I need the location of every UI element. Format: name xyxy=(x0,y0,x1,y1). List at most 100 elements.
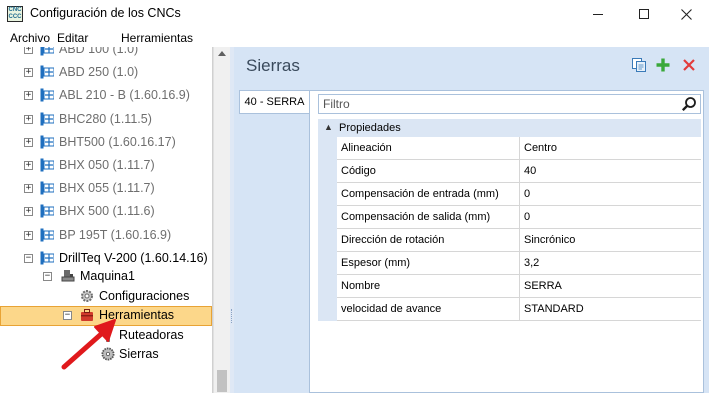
machine-icon xyxy=(61,270,75,282)
filter-input[interactable] xyxy=(319,95,659,113)
tree-item[interactable]: + BHX 500 (1.11.6) xyxy=(0,201,212,221)
property-row[interactable]: Compensación de entrada (mm) 0 xyxy=(318,183,701,206)
property-name: velocidad de avance xyxy=(337,298,520,321)
pane-title: Sierras xyxy=(246,56,300,75)
cnc-machine-icon xyxy=(40,181,54,195)
maximize-button[interactable] xyxy=(621,0,667,28)
expand-icon[interactable]: + xyxy=(24,184,33,193)
property-value[interactable]: SERRA xyxy=(520,275,701,298)
menu-editar[interactable]: Editar xyxy=(57,31,88,45)
group-label: Propiedades xyxy=(339,122,401,134)
copy-icon[interactable] xyxy=(631,57,647,73)
property-name: Nombre xyxy=(337,275,520,298)
details-pane: Sierras 40 - SERRA ▲ Propiedades Alineac… xyxy=(234,47,709,393)
tree-item-label: BHC280 (1.11.5) xyxy=(59,112,152,126)
tree-item[interactable]: + ABD 250 (1.0) xyxy=(0,62,212,82)
tab-40-serra[interactable]: 40 - SERRA xyxy=(239,90,309,114)
property-gutter xyxy=(318,137,337,160)
tree-item[interactable]: + BHT500 (1.60.16.17) xyxy=(0,132,212,152)
minimize-icon xyxy=(593,13,603,15)
expand-icon[interactable]: + xyxy=(24,91,33,100)
maximize-icon xyxy=(639,9,649,19)
app-icon-text-bottom: CCC xyxy=(8,14,22,20)
filter-box[interactable] xyxy=(318,94,701,114)
expand-icon[interactable]: + xyxy=(24,207,33,216)
property-row[interactable]: Espesor (mm) 3,2 xyxy=(318,252,701,275)
tree-item-label: Maquina1 xyxy=(80,269,135,283)
search-icon[interactable] xyxy=(681,96,697,112)
delete-icon[interactable] xyxy=(681,57,697,73)
scroll-thumb[interactable] xyxy=(217,370,227,392)
property-row[interactable]: Alineación Centro xyxy=(318,137,701,160)
property-row[interactable]: Nombre SERRA xyxy=(318,275,701,298)
property-value[interactable]: STANDARD xyxy=(520,298,701,321)
property-gutter xyxy=(318,206,337,229)
tree-item[interactable]: + ABD 100 (1.0) xyxy=(0,47,212,59)
cnc-machine-icon xyxy=(40,47,54,56)
tree-item[interactable]: + BHX 050 (1.11.7) xyxy=(0,155,212,175)
property-name: Dirección de rotación xyxy=(337,229,520,252)
menu-archivo[interactable]: Archivo xyxy=(10,31,50,45)
property-row[interactable]: Dirección de rotación Sincrónico xyxy=(318,229,701,252)
tree-item[interactable]: − Maquina1 xyxy=(0,266,212,286)
tab-content: ▲ Propiedades AlineaciónCentroCódigo40Co… xyxy=(309,90,704,393)
property-value[interactable]: 0 xyxy=(520,206,701,229)
tree-item-label: BHX 050 (1.11.7) xyxy=(59,158,155,172)
tree-item[interactable]: + ABL 210 - B (1.60.16.9) xyxy=(0,85,212,105)
tree-item-label: BHT500 (1.60.16.17) xyxy=(59,135,176,149)
gear-icon xyxy=(81,290,93,302)
expand-icon[interactable]: + xyxy=(24,115,33,124)
collapse-icon[interactable]: − xyxy=(24,254,33,263)
annotation-arrow-icon xyxy=(61,319,116,370)
group-propiedades[interactable]: ▲ Propiedades xyxy=(318,119,701,137)
cnc-machine-icon xyxy=(40,204,54,218)
property-row[interactable]: Código 40 xyxy=(318,160,701,183)
expand-icon[interactable]: + xyxy=(24,161,33,170)
close-icon xyxy=(680,8,692,20)
tree-item-label: DrillTeq V-200 (1.60.14.16) xyxy=(59,251,208,265)
tree-item[interactable]: + BHX 055 (1.11.7) xyxy=(0,178,212,198)
menu-bar: Archivo Editar Herramientas xyxy=(0,28,709,47)
property-row[interactable]: velocidad de avance STANDARD xyxy=(318,298,701,321)
cnc-machine-icon xyxy=(40,251,54,265)
tree-item-label: ABL 210 - B (1.60.16.9) xyxy=(59,88,190,102)
property-value[interactable]: Centro xyxy=(520,137,701,160)
property-value[interactable]: Sincrónico xyxy=(520,229,701,252)
tree-item[interactable]: + BP 195T (1.60.16.9) xyxy=(0,225,212,245)
scroll-up-arrow-icon[interactable] xyxy=(218,51,226,56)
expand-icon[interactable]: + xyxy=(24,138,33,147)
cnc-machine-icon xyxy=(40,65,54,79)
tree-item[interactable]: Configuraciones xyxy=(0,286,212,306)
app-icon-text-top: CNC xyxy=(8,7,22,13)
menu-herramientas[interactable]: Herramientas xyxy=(121,31,193,45)
property-gutter xyxy=(318,275,337,298)
collapse-chevron-icon[interactable]: ▲ xyxy=(324,122,333,132)
tree-item[interactable]: − DrillTeq V-200 (1.60.14.16) xyxy=(0,248,212,268)
tree-item-label: ABD 250 (1.0) xyxy=(59,65,139,79)
cnc-machine-icon xyxy=(40,158,54,172)
tree-scrollbar[interactable] xyxy=(213,47,230,393)
add-icon[interactable] xyxy=(655,57,671,73)
splitter-grip-icon xyxy=(231,309,233,323)
minimize-button[interactable] xyxy=(575,0,621,28)
property-name: Compensación de salida (mm) xyxy=(337,206,520,229)
property-row[interactable]: Compensación de salida (mm) 0 xyxy=(318,206,701,229)
tree-item-label: ABD 100 (1.0) xyxy=(59,47,139,56)
tree-item-label: Ruteadoras xyxy=(119,328,184,342)
tree-item-label: BHX 055 (1.11.7) xyxy=(59,181,155,195)
property-name: Alineación xyxy=(337,137,520,160)
tree-item-label: Configuraciones xyxy=(99,289,190,303)
expand-icon[interactable]: + xyxy=(24,47,33,54)
cnc-machine-icon xyxy=(40,228,54,242)
property-value[interactable]: 3,2 xyxy=(520,252,701,275)
tree-item-label: BHX 500 (1.11.6) xyxy=(59,204,155,218)
property-name: Compensación de entrada (mm) xyxy=(337,183,520,206)
close-button[interactable] xyxy=(663,0,709,28)
collapse-icon[interactable]: − xyxy=(43,272,52,281)
property-gutter xyxy=(318,298,337,321)
property-value[interactable]: 0 xyxy=(520,183,701,206)
expand-icon[interactable]: + xyxy=(24,68,33,77)
property-value[interactable]: 40 xyxy=(520,160,701,183)
expand-icon[interactable]: + xyxy=(24,231,33,240)
tree-item[interactable]: + BHC280 (1.11.5) xyxy=(0,109,212,129)
